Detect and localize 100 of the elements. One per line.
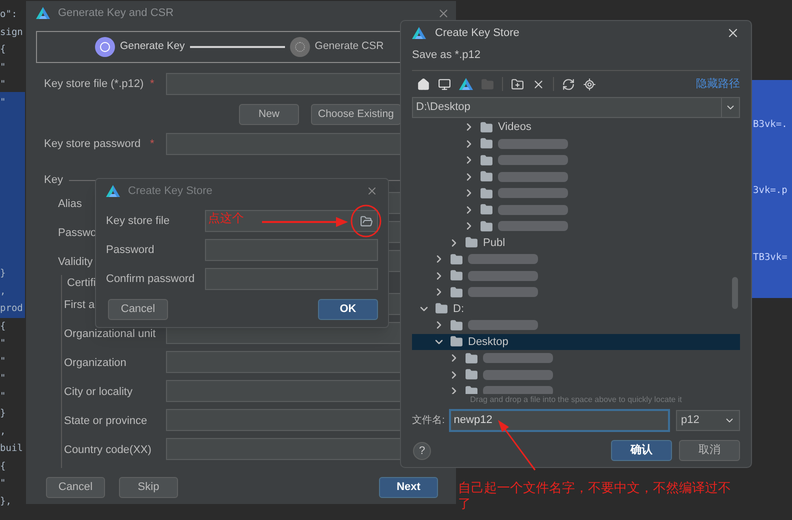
window-title: Generate Key and CSR <box>58 6 175 22</box>
blurred-name <box>498 188 568 198</box>
folder-name: Desktop <box>468 334 508 350</box>
field-label: Key store file (*.p12) <box>44 76 145 92</box>
scrollbar[interactable] <box>732 277 738 309</box>
app-logo-icon <box>36 7 50 20</box>
blurred-name <box>498 172 568 182</box>
step-label[interactable]: Generate CSR <box>314 39 384 55</box>
field-label: Validity <box>58 256 93 268</box>
folder-name: Publ <box>483 236 506 250</box>
hint-text: Drag and drop a file into the space above to quickly locate it <box>469 394 683 406</box>
folder-icon <box>480 186 493 200</box>
delete-icon[interactable] <box>532 78 545 90</box>
monitor-icon[interactable] <box>438 78 451 90</box>
code-text: { <box>0 460 7 474</box>
field-label: Alias <box>58 198 82 210</box>
folder-icon <box>450 335 463 348</box>
annotation-circle <box>350 204 382 238</box>
blurred-name <box>498 155 568 166</box>
dialog-button[interactable]: OK <box>318 299 378 320</box>
code-text: " <box>0 372 7 386</box>
code-text: } <box>0 267 7 281</box>
folder-icon <box>480 170 493 184</box>
required-mark: * <box>150 136 156 152</box>
folder-icon <box>480 220 493 233</box>
code-text: { <box>0 43 7 57</box>
field-label: Country code(XX) <box>64 444 152 456</box>
code-text: B3vk=. <box>753 118 788 132</box>
step-label[interactable]: Generate Key <box>120 39 185 55</box>
dialog-button[interactable]: Cancel <box>108 299 168 320</box>
code-text: } <box>0 407 7 421</box>
tree-item[interactable]: D: <box>412 300 740 317</box>
input-field[interactable] <box>205 268 378 290</box>
field-label: First a <box>64 299 95 311</box>
dialog-button[interactable]: 确认 <box>611 440 672 461</box>
code-text: }, <box>0 494 12 508</box>
code-text: prod <box>0 302 24 316</box>
window-title: Create Key Store <box>128 184 214 199</box>
dialog-button[interactable]: Cancel <box>46 477 105 498</box>
folder-icon <box>465 384 478 394</box>
blurred-name <box>483 386 553 394</box>
field-label: Organization <box>64 357 126 369</box>
blurred-name <box>498 138 568 149</box>
field-label: Organizational unit <box>64 328 156 340</box>
close-icon[interactable] <box>726 26 740 40</box>
code-text: " <box>0 354 7 368</box>
tree-item[interactable]: Videos <box>412 119 740 136</box>
tree-item[interactable]: Desktop <box>412 334 740 350</box>
code-text: " <box>0 477 7 491</box>
app-logo-icon <box>459 78 473 90</box>
app-logo-icon <box>412 26 426 40</box>
code-text: 3vk=.p <box>753 184 788 198</box>
file-field[interactable] <box>205 210 378 232</box>
dialog-button[interactable]: Next <box>379 477 438 498</box>
folder-icon <box>450 318 463 332</box>
dialog-subtitle: Save as *.p12 <box>412 48 482 63</box>
input-field[interactable] <box>205 239 378 261</box>
hide-path-link[interactable]: 隐藏路径 <box>696 76 740 92</box>
folder-icon <box>480 137 493 150</box>
field-label: Passwo <box>58 227 97 239</box>
help-button[interactable]: ? <box>413 442 431 460</box>
home-icon[interactable] <box>417 78 430 90</box>
code-text: sign <box>0 26 24 40</box>
annotation-arrow <box>497 419 537 471</box>
tree-item[interactable]: Publ <box>412 234 740 251</box>
folder-icon <box>480 203 493 216</box>
blurred-name <box>483 353 553 364</box>
annotation-text: 自己起一个文件名字，不要中文，不然编译过不了 <box>458 480 732 512</box>
code-text: o": <box>0 8 18 22</box>
blurred-name <box>468 287 538 298</box>
folder-icon <box>480 120 493 134</box>
folder-icon <box>465 352 478 365</box>
folder-icon[interactable] <box>360 214 373 228</box>
code-text: " <box>0 60 7 74</box>
blurred-name <box>468 270 538 281</box>
new-folder-icon[interactable] <box>511 78 524 90</box>
close-icon[interactable] <box>366 185 378 197</box>
blurred-name <box>498 221 568 232</box>
dialog-button[interactable]: Skip <box>119 477 178 498</box>
folder-icon <box>450 286 463 299</box>
locate-icon[interactable] <box>583 78 596 90</box>
window-title: Create Key Store <box>435 26 520 41</box>
blurred-name <box>468 320 538 330</box>
refresh-icon[interactable] <box>562 78 575 90</box>
code-text: " <box>0 337 7 351</box>
folder-icon <box>465 368 478 382</box>
field-label: City or locality <box>64 386 132 398</box>
file-button[interactable]: New <box>239 104 299 125</box>
file-button[interactable]: Choose Existing <box>311 104 401 125</box>
section-title: Key <box>44 172 63 188</box>
close-icon[interactable] <box>437 7 450 20</box>
path-text: D:\Desktop <box>415 100 472 116</box>
annotation-text: 点这个 <box>208 210 244 227</box>
folder-icon <box>465 236 478 250</box>
folder-icon <box>450 269 463 282</box>
folder-name: Videos <box>498 120 532 135</box>
filetype-combo[interactable]: p12 <box>676 410 740 431</box>
path-combo[interactable]: D:\Desktop <box>412 97 740 118</box>
dialog-button[interactable]: 取消 <box>679 440 740 461</box>
filename-field[interactable]: newp12 <box>448 409 670 432</box>
